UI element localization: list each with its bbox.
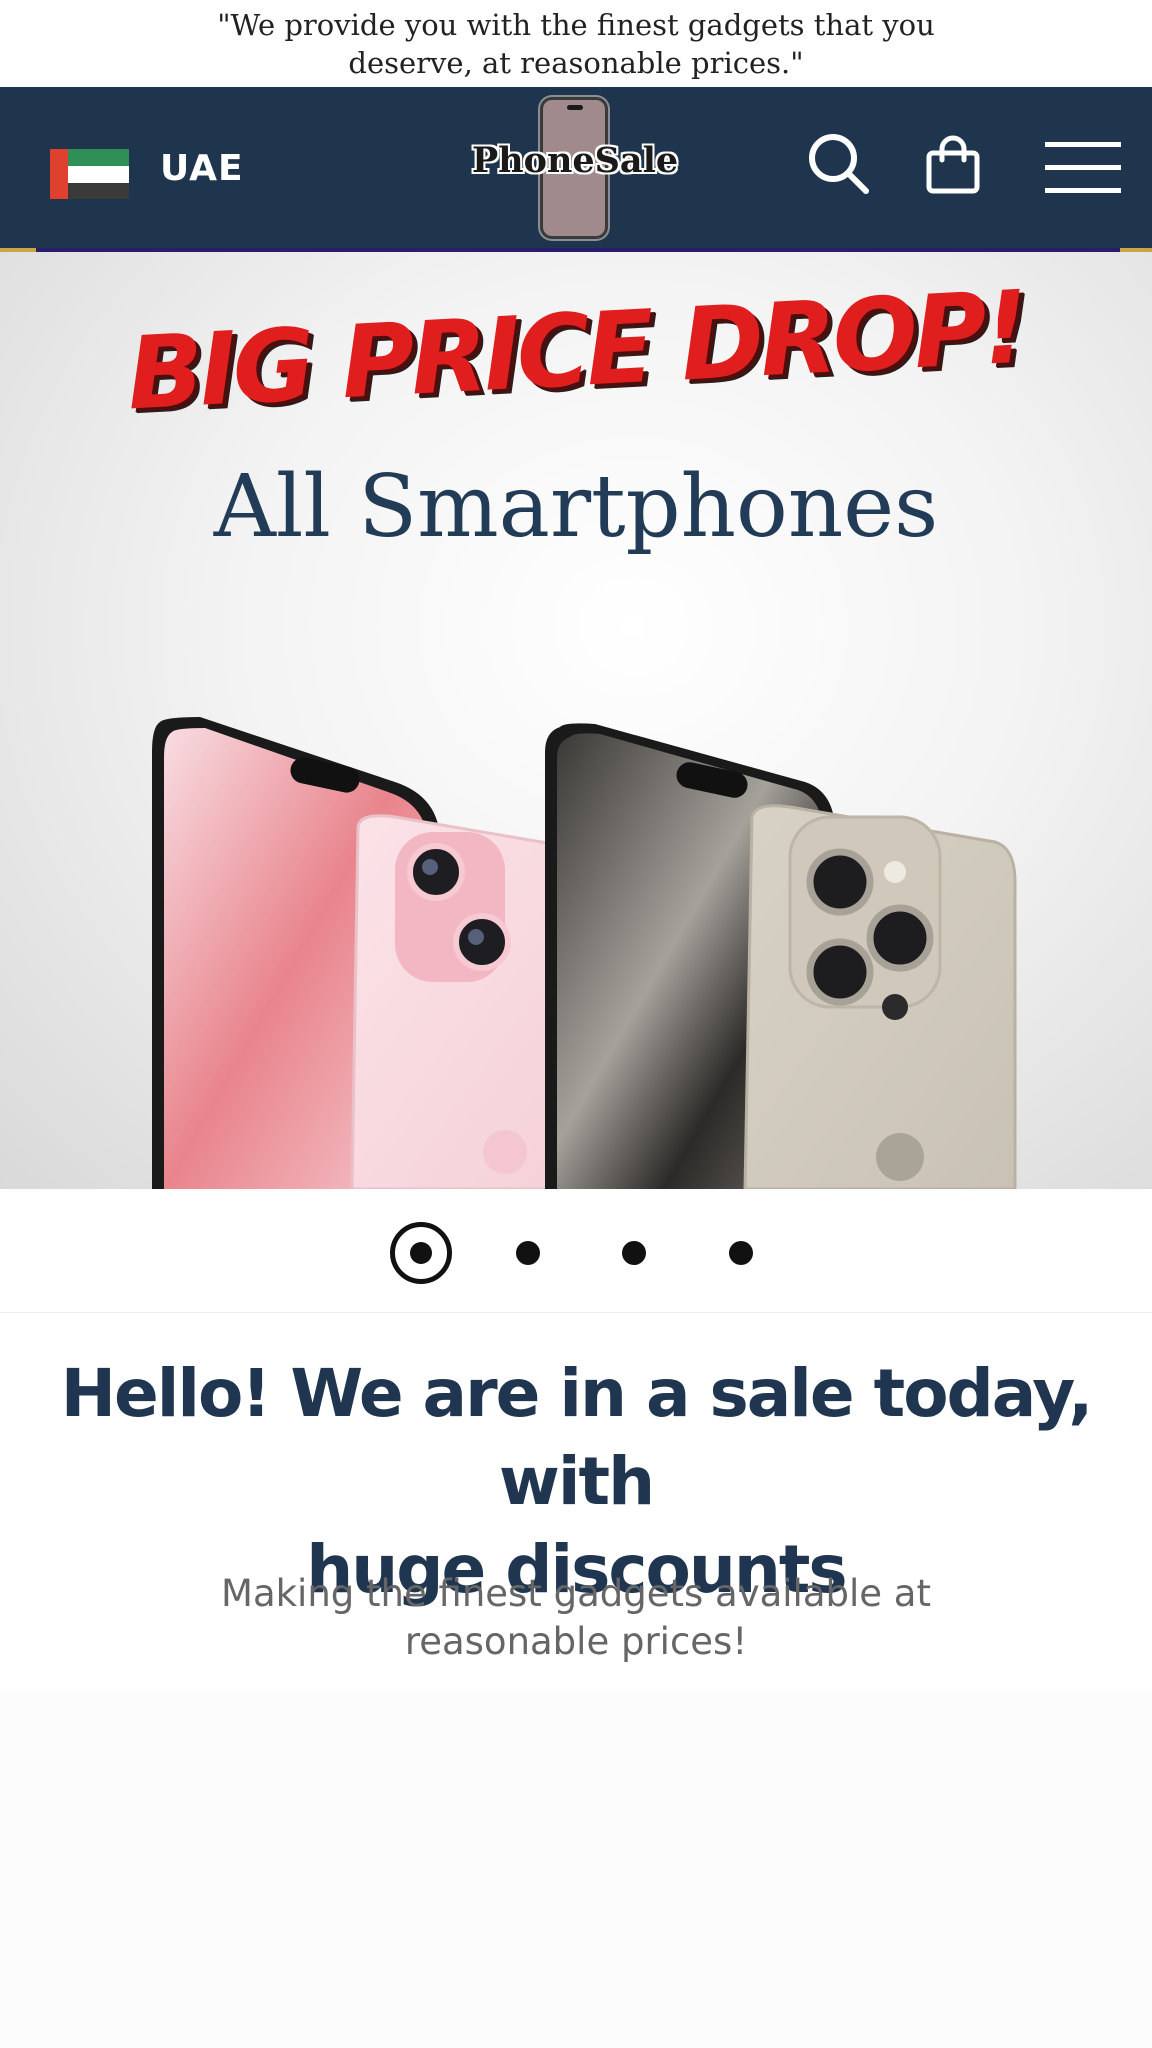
country-selector-label[interactable]: UAE: [160, 148, 244, 189]
search-icon[interactable]: [808, 133, 870, 195]
headline-line-1: Hello! We are in a sale today, with: [60, 1355, 1094, 1520]
tagline-line-1: "We provide you with the finest gadgets …: [217, 8, 935, 42]
welcome-subtext: Making the finest gadgets available at r…: [200, 1570, 952, 1666]
carousel-dot-3[interactable]: [622, 1241, 646, 1265]
shopping-bag-icon[interactable]: [925, 135, 981, 195]
tagline-banner: "We provide you with the finest gadgets …: [0, 0, 1152, 87]
subtext-line-2: reasonable prices!: [404, 1620, 748, 1663]
page-content-area: [0, 1690, 1152, 2048]
uae-flag-icon[interactable]: [50, 149, 129, 199]
hamburger-menu-icon[interactable]: [1045, 140, 1121, 196]
carousel-dot-2[interactable]: [516, 1241, 540, 1265]
carousel-dot-1-active[interactable]: [390, 1222, 452, 1284]
carousel-pagination: [0, 1189, 1152, 1313]
carousel-dot-4[interactable]: [729, 1241, 753, 1265]
smartphones-product-image: [152, 717, 1017, 1189]
site-logo[interactable]: PhoneSale: [460, 140, 690, 181]
hero-carousel-slide[interactable]: BIG PRICE DROP! All Smartphones: [0, 252, 1152, 1189]
tagline-line-2: deserve, at reasonable prices.": [348, 46, 804, 80]
subtext-line-1: Making the finest gadgets available at: [221, 1572, 931, 1615]
